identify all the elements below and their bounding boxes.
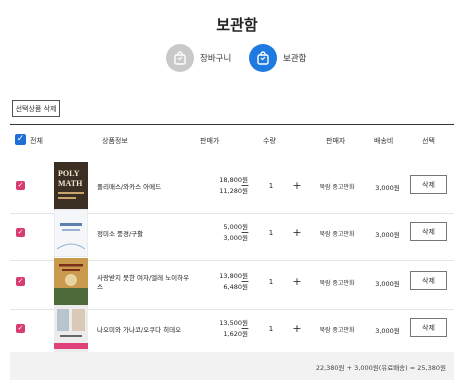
row-checkbox[interactable]: ✓	[16, 277, 25, 286]
shipping-fee: 3,000원	[375, 231, 400, 239]
row-checkbox[interactable]: ✓	[16, 324, 25, 333]
product-name[interactable]: 정미소 풍경/구활	[97, 230, 192, 239]
shipping-fee: 3,000원	[375, 184, 400, 192]
qty-increase-button[interactable]: +	[291, 322, 303, 336]
seller-name: 북람 중고만화	[319, 184, 355, 191]
book-cover[interactable]	[54, 209, 88, 257]
shipping-fee: 3,000원	[375, 280, 400, 288]
header-product: 상품정보	[102, 137, 128, 145]
delete-button[interactable]: 삭제	[410, 222, 447, 241]
qty-decrease-button[interactable]: −	[239, 179, 251, 193]
delete-selected-button[interactable]: 선택상품 삭제	[12, 100, 60, 117]
svg-text:POLY: POLY	[58, 169, 80, 178]
row-checkbox[interactable]: ✓	[16, 228, 25, 237]
header-select: 선택	[422, 137, 435, 145]
qty-value[interactable]: 1	[264, 229, 278, 237]
qty-value[interactable]: 1	[264, 182, 278, 190]
header-price: 판매가	[200, 137, 220, 145]
table-row: ✓ 사랑받지 못한 여자/엘레 노이하우스 13,800원 6,480원 − 1…	[10, 256, 454, 310]
row-checkbox[interactable]: ✓	[16, 181, 25, 190]
cart-steps: 장바구니 보관함	[0, 44, 474, 74]
svg-text:MATH: MATH	[58, 179, 83, 188]
product-name[interactable]: 사랑받지 못한 여자/엘레 노이하우스	[97, 274, 192, 292]
header-seller: 판매자	[326, 137, 346, 145]
book-cover[interactable]: POLY MATH	[54, 162, 88, 210]
step-label: 장바구니	[200, 54, 232, 64]
page-title: 보관함	[216, 16, 258, 34]
table-row: ✓ 정미소 풍경/구활 5,000원 3,000원 − 1 + 북람 중고만화 …	[10, 207, 454, 261]
shipping-fee: 3,000원	[375, 327, 400, 335]
bag-icon	[166, 44, 194, 72]
qty-decrease-button[interactable]: −	[239, 226, 251, 240]
qty-increase-button[interactable]: +	[291, 226, 303, 240]
product-name[interactable]: 폴리매스/와카스 아메드	[97, 183, 192, 192]
header-shipping: 배송비	[374, 137, 394, 145]
order-total: 22,380원 + 3,000원(유료배송) = 25,380원	[315, 364, 446, 372]
table-header-divider	[10, 124, 454, 125]
delete-button[interactable]: 삭제	[410, 271, 447, 290]
book-cover[interactable]	[54, 258, 88, 306]
qty-increase-button[interactable]: +	[291, 179, 303, 193]
seller-name: 북람 중고만화	[319, 231, 355, 238]
qty-decrease-button[interactable]: −	[239, 322, 251, 336]
step-wishlist[interactable]: 보관함	[249, 44, 306, 72]
seller-name: 북람 중고만화	[319, 327, 355, 334]
qty-increase-button[interactable]: +	[291, 275, 303, 289]
product-name[interactable]: 나오미와 가나코/오쿠다 히데오	[97, 326, 192, 335]
qty-value[interactable]: 1	[264, 325, 278, 333]
qty-decrease-button[interactable]: −	[239, 275, 251, 289]
order-total-bar: 22,380원 + 3,000원(유료배송) = 25,380원	[10, 352, 454, 380]
header-qty: 수량	[263, 137, 276, 145]
table-row: ✓ POLY MATH 폴리매스/와카스 아메드 18,800원 11,280원…	[10, 160, 454, 214]
seller-name: 북람 중고만화	[319, 280, 355, 287]
qty-value[interactable]: 1	[264, 278, 278, 286]
delete-button[interactable]: 삭제	[410, 175, 447, 194]
select-all-checkbox[interactable]: ✓	[15, 134, 26, 145]
delete-button[interactable]: 삭제	[410, 318, 447, 337]
step-cart[interactable]: 장바구니	[166, 44, 231, 72]
header-all: 전체	[30, 137, 43, 145]
bag-icon	[249, 44, 277, 72]
step-label: 보관함	[283, 54, 307, 64]
table-header: ✓ 전체 상품정보 판매가 수량 판매자 배송비 선택	[10, 130, 454, 150]
table-row: ✓ 나오미와 가나코/오쿠다 히데오 13,500원 1,620원 − 1 + …	[10, 303, 454, 356]
book-cover[interactable]	[54, 305, 88, 353]
